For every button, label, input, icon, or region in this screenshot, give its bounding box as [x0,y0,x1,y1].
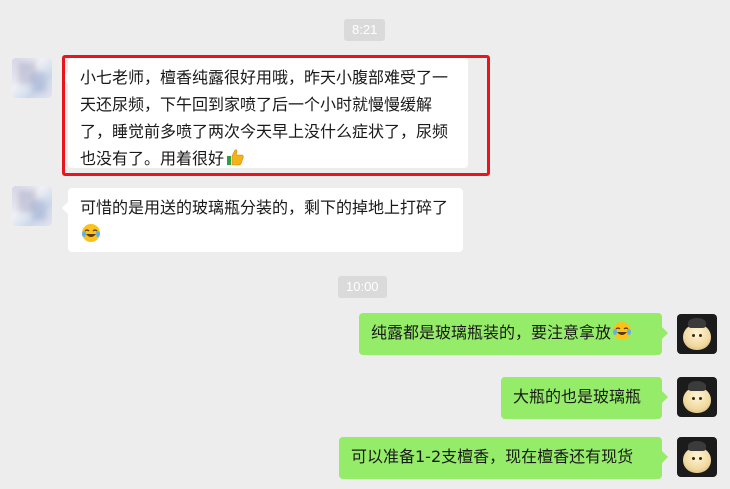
message-text: 纯露都是玻璃瓶装的，要注意拿放 [371,323,612,342]
timestamp-label: 10:00 [338,276,387,298]
message-text: 可以准备1-2支檀香，现在檀香还有现货 [351,447,634,466]
message-text: 可惜的是用送的玻璃瓶分装的，剩下的掉地上打碎了 [80,198,449,217]
timestamp-label: 8:21 [344,19,386,41]
laughing-crying-icon [82,224,100,242]
message-bubble-outgoing[interactable]: 大瓶的也是玻璃瓶 [501,377,668,419]
contact-avatar[interactable] [12,58,52,98]
message-text: 小七老师，檀香纯露很好用哦，昨天小腹部难受了一天还尿频，下午回到家喷了后一个小时… [80,68,449,168]
contact-avatar[interactable] [12,186,52,226]
message-bubble-outgoing[interactable]: 纯露都是玻璃瓶装的，要注意拿放 [359,313,668,355]
laughing-crying-icon [613,322,632,340]
message-bubble-incoming[interactable]: 小七老师，檀香纯露很好用哦，昨天小腹部难受了一天还尿频，下午回到家喷了后一个小时… [62,58,468,168]
user-avatar[interactable] [677,314,717,354]
user-avatar[interactable] [677,377,717,417]
message-text: 大瓶的也是玻璃瓶 [513,387,642,406]
message-bubble-outgoing[interactable]: 可以准备1-2支檀香，现在檀香还有现货 [339,437,668,479]
thumbs-up-icon [227,149,244,166]
message-bubble-incoming[interactable]: 可惜的是用送的玻璃瓶分装的，剩下的掉地上打碎了 [62,188,463,252]
user-avatar[interactable] [677,437,717,477]
